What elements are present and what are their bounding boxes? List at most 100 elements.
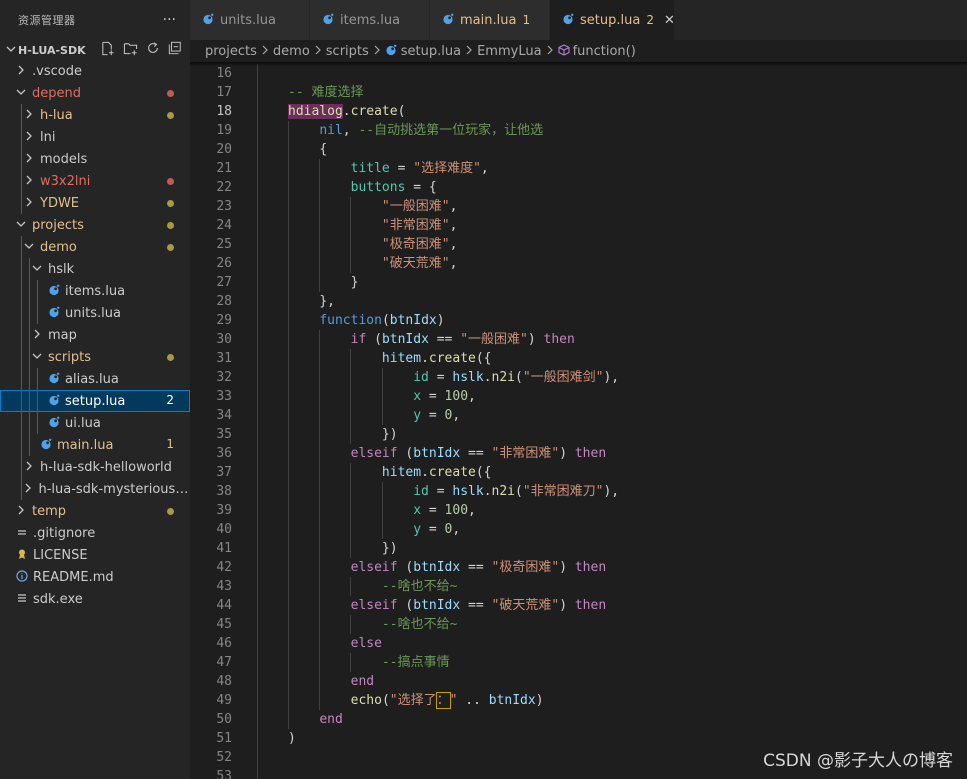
indent-guide (21, 478, 22, 500)
line-number: 35 (216, 427, 232, 442)
tree-item[interactable]: depend (0, 82, 190, 104)
indent-guide (257, 463, 258, 482)
tree-item[interactable]: README.md (0, 566, 190, 588)
indent-guide (257, 254, 258, 273)
indent-guide (257, 311, 258, 330)
indent-guide (257, 349, 258, 368)
lua-file-icon (38, 438, 54, 453)
tab-items-lua[interactable]: items.lua (310, 0, 430, 40)
new-file-icon[interactable] (100, 41, 115, 59)
explorer-header: 资源管理器 ··· (0, 0, 190, 40)
more-actions-icon[interactable]: ··· (163, 12, 176, 28)
code-text: function(btnIdx) (319, 313, 445, 328)
line-number: 51 (216, 731, 232, 746)
tab-main-lua[interactable]: main.lua 1 (430, 0, 550, 40)
line-number: 45 (216, 617, 232, 632)
breadcrumb-item[interactable]: EmmyLua (477, 44, 541, 59)
tab-problem-badge: 1 (522, 13, 531, 27)
tab-label: units.lua (220, 12, 276, 28)
indent-guide (257, 273, 258, 292)
indent-guide (21, 126, 22, 148)
code-text: } (350, 275, 359, 290)
tree-item[interactable]: main.lua 1 (0, 434, 190, 456)
indent-guide (257, 577, 258, 596)
explorer-title: 资源管理器 (18, 14, 76, 27)
indent-guide (257, 235, 258, 254)
code-line: 36 elseif (btnIdx == "非常困难") then (190, 444, 967, 463)
tree-item[interactable]: map (0, 324, 190, 346)
tree-item[interactable]: .vscode (0, 60, 190, 82)
collapse-all-icon[interactable] (168, 41, 182, 59)
problem-count-badge: 2 (166, 393, 174, 407)
code-line: 17 -- 难度选择 (190, 83, 967, 102)
code-line: 49 echo("选择了：" .. btnIdx) (190, 691, 967, 710)
indent-guide (257, 672, 258, 691)
line-number: 28 (216, 294, 232, 309)
tree-item[interactable]: w3x2lni (0, 170, 190, 192)
tree-item[interactable]: sdk.exe (0, 588, 190, 610)
code-editor[interactable]: 16 17 -- 难度选择 18 hdialog.create(19 nil, --自动… (190, 62, 967, 779)
lua-file-icon (385, 44, 397, 59)
indent-guide (257, 83, 258, 102)
chevron-right-icon (14, 505, 28, 518)
breadcrumb-item[interactable]: projects (205, 44, 257, 59)
chevron-right-icon (22, 109, 36, 122)
code-line: 27 } (190, 273, 967, 292)
code-line: 41 }) (190, 539, 967, 558)
line-number: 38 (216, 484, 232, 499)
tree-item[interactable]: projects (0, 214, 190, 236)
code-text: hdialog.create( (288, 104, 406, 119)
chevron-down-icon (4, 44, 18, 57)
tree-item[interactable]: YDWE (0, 192, 190, 214)
breadcrumb-item[interactable]: function() (573, 44, 636, 59)
tree-item[interactable]: scripts (0, 346, 190, 368)
tree-item[interactable]: items.lua (0, 280, 190, 302)
tree-item[interactable]: h-lua (0, 104, 190, 126)
chevron-right-icon (373, 44, 381, 58)
tree-item-label: projects (32, 217, 84, 233)
tree-item[interactable]: hslk (0, 258, 190, 280)
new-folder-icon[interactable] (123, 41, 138, 59)
line-number: 42 (216, 560, 232, 575)
refresh-icon[interactable] (146, 41, 160, 59)
tree-item[interactable]: temp (0, 500, 190, 522)
tree-item[interactable]: models (0, 148, 190, 170)
line-number: 27 (216, 275, 232, 290)
tab-setup-lua[interactable]: setup.lua 2 ✕ (550, 0, 675, 40)
tree-item-label: w3x2lni (40, 173, 91, 189)
tree-item[interactable]: LICENSE (0, 544, 190, 566)
tree-item[interactable]: alias.lua (0, 368, 190, 390)
code-line: 32 id = hslk.n2i("一般困难剑"), (190, 368, 967, 387)
line-number: 20 (216, 142, 232, 157)
indent-guide (257, 140, 258, 159)
problem-count-badge: 1 (166, 437, 174, 451)
tree-item[interactable]: lni (0, 126, 190, 148)
code-text: "破天荒难", (381, 256, 458, 271)
line-number: 26 (216, 256, 232, 271)
tree-item[interactable]: .gitignore (0, 522, 190, 544)
breadcrumb-item[interactable]: scripts (326, 44, 369, 59)
breadcrumb-item[interactable]: demo (273, 44, 310, 59)
code-line: 25 "极奇困难", (190, 235, 967, 254)
indent-guide (257, 596, 258, 615)
tree-item[interactable]: ui.lua (0, 412, 190, 434)
close-icon[interactable]: ✕ (664, 13, 675, 28)
project-header[interactable]: H-LUA-SDK (0, 40, 190, 60)
tree-item[interactable]: h-lua-sdk-helloworld (0, 456, 190, 478)
chevron-right-icon (22, 131, 36, 144)
tree-item[interactable]: units.lua (0, 302, 190, 324)
line-number: 46 (216, 636, 232, 651)
code-text: id = hslk.n2i("一般困难剑"), (413, 370, 620, 385)
code-text: }, (319, 294, 335, 309)
tree-item[interactable]: h-lua-sdk-mysterious-la... (0, 478, 190, 500)
lua-file-icon (46, 372, 62, 387)
breadcrumb-item[interactable]: setup.lua (401, 44, 461, 59)
line-number: 52 (216, 750, 232, 765)
indent-guide (21, 434, 22, 456)
indent-guide (29, 346, 30, 368)
tree-item[interactable]: demo (0, 236, 190, 258)
tree-item[interactable]: setup.lua 2 (0, 390, 190, 412)
line-number: 37 (216, 465, 232, 480)
tab-units-lua[interactable]: units.lua (190, 0, 310, 40)
code-line: 34 y = 0, (190, 406, 967, 425)
